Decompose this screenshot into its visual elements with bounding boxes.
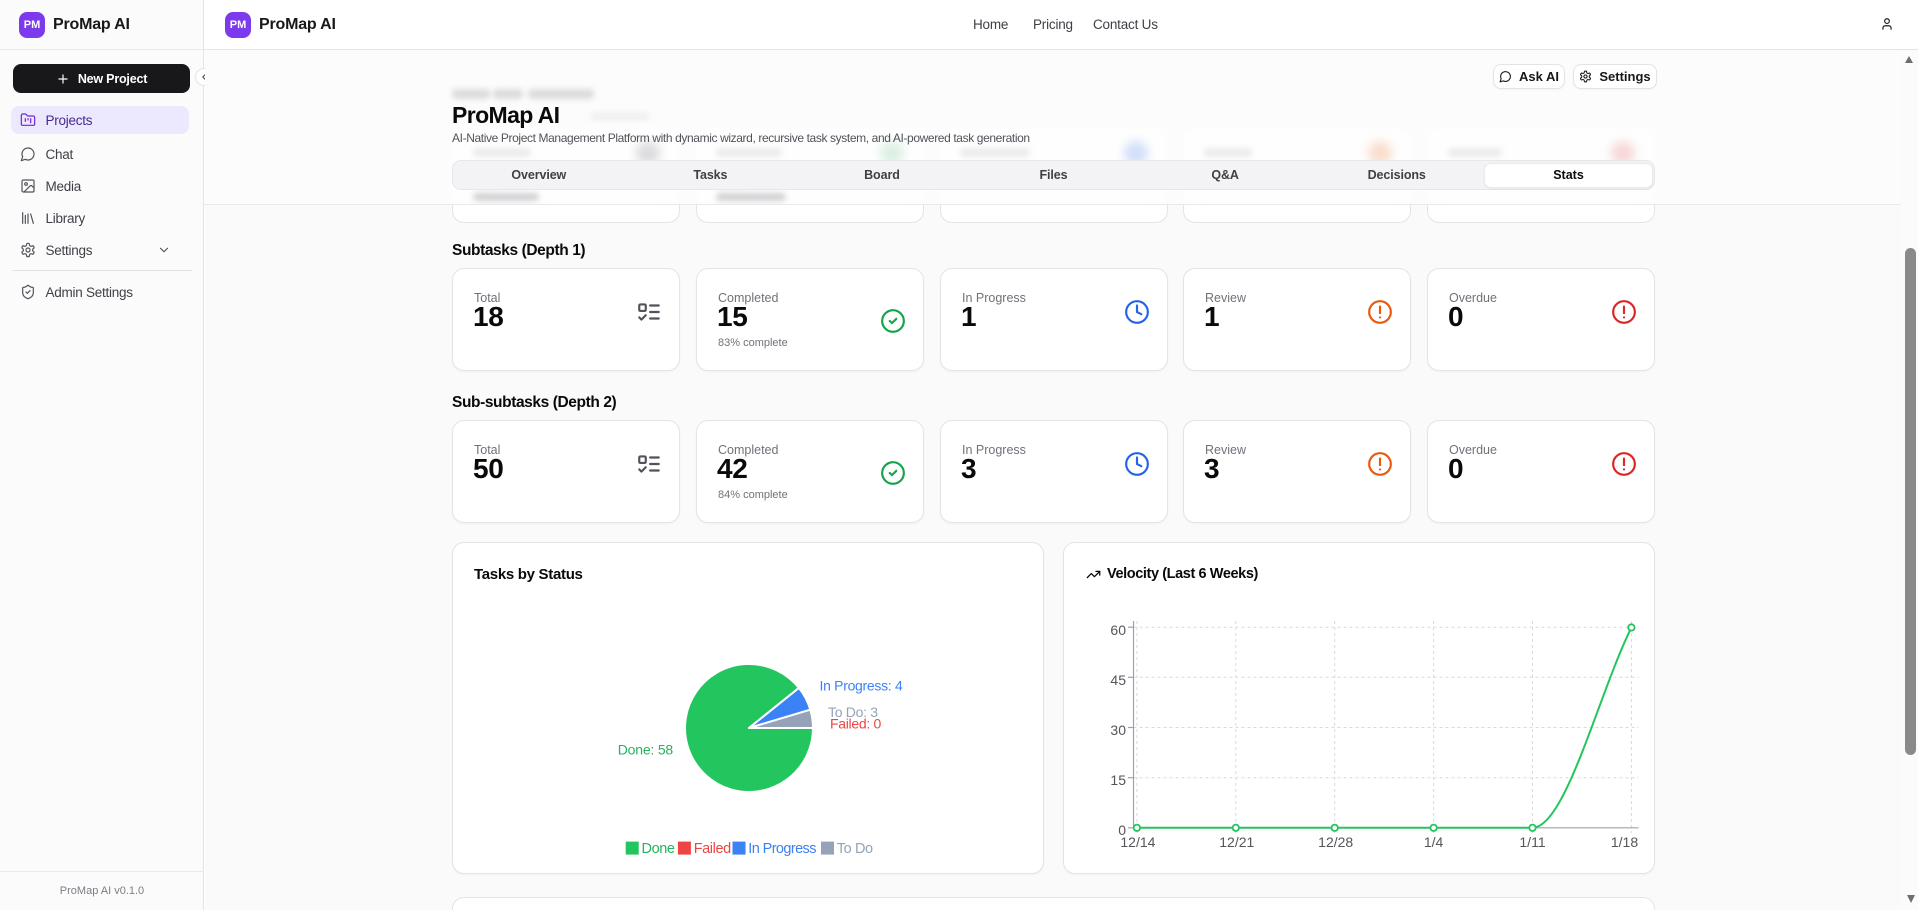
svg-text:60: 60 (1110, 622, 1126, 638)
svg-text:15: 15 (1110, 772, 1126, 788)
svg-text:12/28: 12/28 (1318, 834, 1353, 850)
svg-text:To Do: To Do (837, 841, 873, 857)
svg-text:12/14: 12/14 (1120, 834, 1155, 850)
svg-text:45: 45 (1110, 672, 1126, 688)
svg-text:1/11: 1/11 (1519, 834, 1545, 850)
svg-text:Done: 58: Done: 58 (618, 742, 674, 758)
svg-text:In Progress: In Progress (748, 841, 816, 857)
svg-text:12/21: 12/21 (1219, 834, 1254, 850)
svg-text:Done: Done (642, 841, 675, 857)
svg-text:1/4: 1/4 (1424, 834, 1444, 850)
svg-text:30: 30 (1110, 722, 1126, 738)
svg-text:Failed: 0: Failed: 0 (830, 716, 882, 732)
svg-text:In Progress: 4: In Progress: 4 (820, 678, 903, 694)
svg-text:Failed: Failed (694, 841, 731, 857)
svg-text:1/18: 1/18 (1611, 834, 1638, 850)
